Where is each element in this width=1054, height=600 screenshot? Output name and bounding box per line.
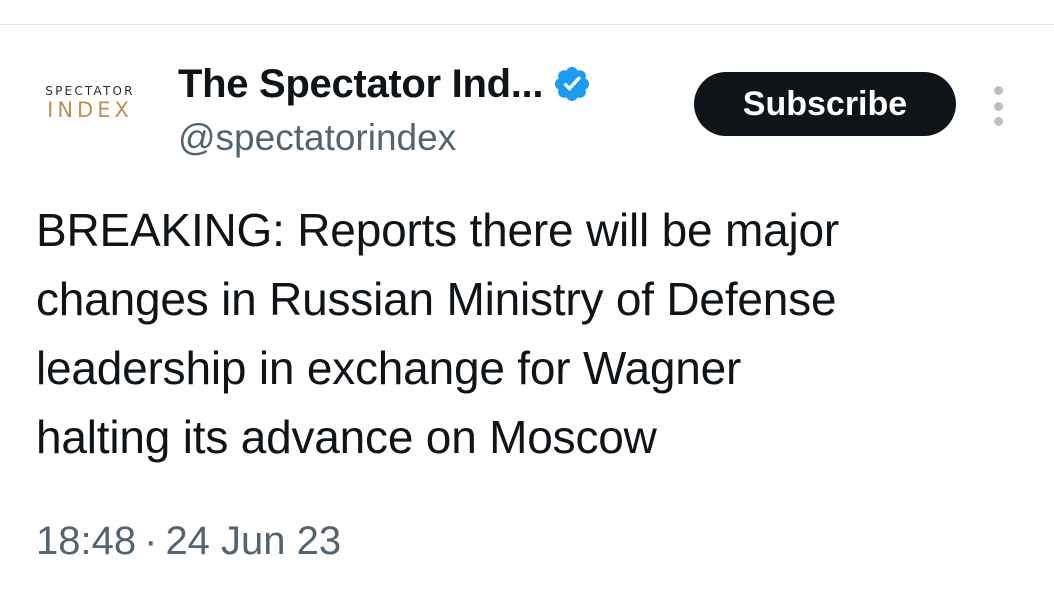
tweet-time[interactable]: 18:48 (36, 519, 136, 563)
timestamp-row[interactable]: 18:48 · 24 Jun 23 (36, 513, 341, 569)
tweet-text-line: changes in Russian Ministry of Defense (36, 273, 837, 325)
verified-badge-icon (552, 64, 592, 104)
author-name-row[interactable]: The Spectator Ind... (178, 58, 592, 110)
tweet-date[interactable]: 24 Jun 23 (165, 519, 341, 563)
more-dot (993, 101, 1003, 111)
display-name[interactable]: The Spectator Ind... (178, 58, 543, 110)
more-dot (993, 117, 1003, 126)
tweet-text-line: leadership in exchange for Wagner (36, 342, 742, 394)
more-dot (993, 86, 1003, 95)
subscribe-button[interactable]: Subscribe (694, 72, 956, 136)
tweet-text: BREAKING: Reports there will be major ch… (36, 196, 1036, 472)
more-vertical-icon[interactable] (988, 86, 1008, 126)
timestamp-separator: · (144, 519, 158, 563)
avatar[interactable]: SPECTATOR INDEX (32, 70, 148, 134)
author-handle[interactable]: @spectatorindex (178, 114, 456, 162)
avatar-logo-line1: SPECTATOR (45, 83, 135, 98)
avatar-logo-line2: INDEX (47, 97, 133, 122)
tweet-text-line: BREAKING: Reports there will be major (36, 204, 839, 256)
tweet-text-line: halting its advance on Moscow (36, 411, 657, 463)
